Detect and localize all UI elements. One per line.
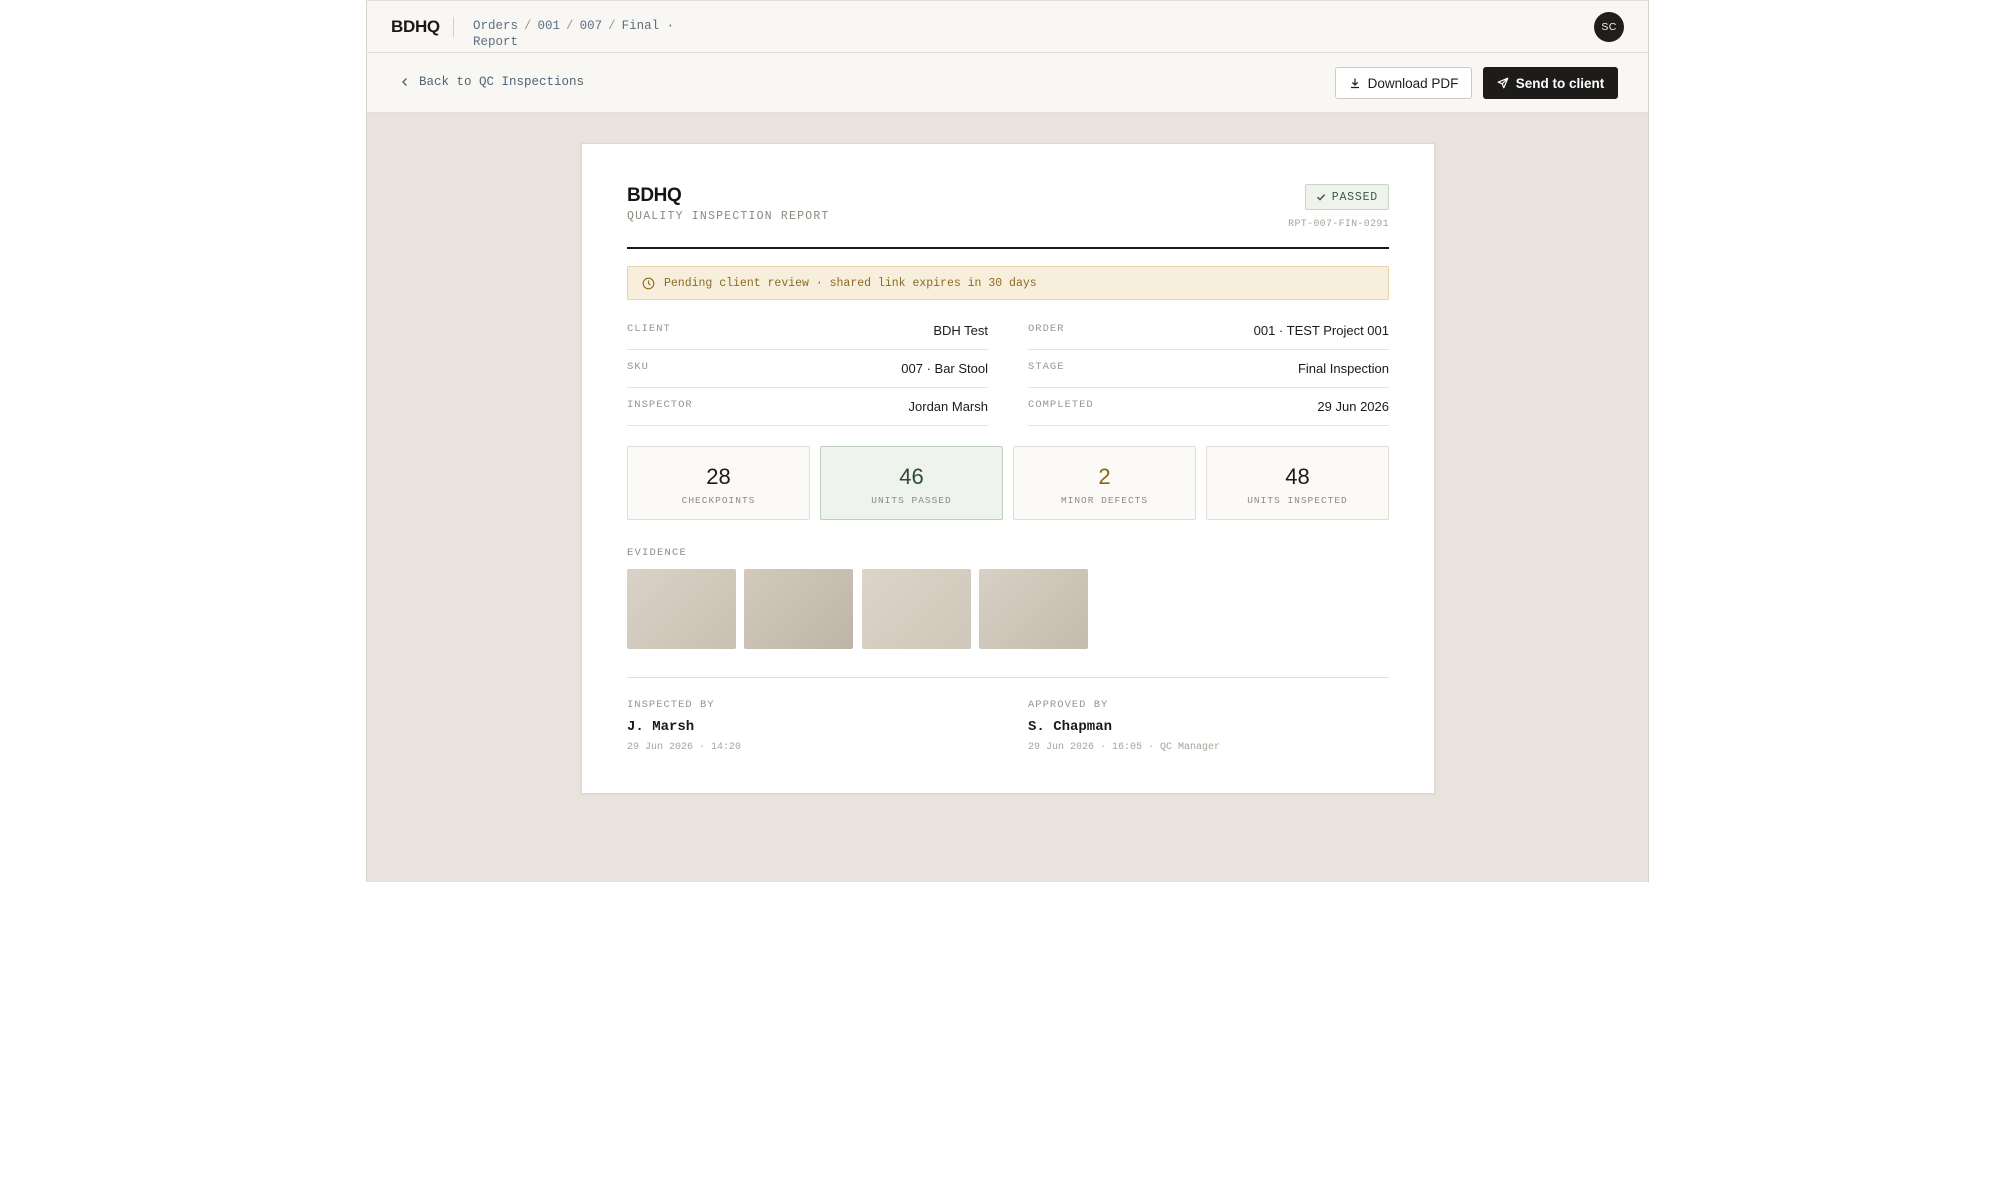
avatar[interactable]: SC [1594,12,1624,42]
download-pdf-button[interactable]: Download PDF [1335,67,1472,99]
stat-value: 28 [706,464,731,489]
stat-units-inspected: 48 UNITS INSPECTED [1206,446,1389,520]
stats-row: 28 CHECKPOINTS 46 UNITS PASSED 2 MINOR D… [627,446,1389,520]
check-icon [1316,194,1325,201]
breadcrumb-order[interactable]: 001 [538,19,561,33]
meta-key: CLIENT [627,323,671,335]
download-icon [1350,78,1359,89]
report-subtitle: QUALITY INSPECTION REPORT [627,210,830,223]
stat-value: 48 [1285,464,1310,489]
meta-value: BDH Test [933,323,988,338]
stat-checkpoints: 28 CHECKPOINTS [627,446,810,520]
signature-name: J. Marsh [627,719,695,735]
chevron-left-icon [402,78,407,86]
meta-value: 007 · Bar Stool [901,361,988,376]
stat-label: UNITS PASSED [871,495,952,506]
meta-value: 001 · TEST Project 001 [1253,323,1389,338]
meta-inspector: INSPECTOR Jordan Marsh [627,388,988,426]
back-link-label: Back to QC Inspections [419,75,585,89]
stat-value: 46 [899,464,924,489]
breadcrumb: Orders/001/007/Final · Report [473,18,693,50]
meta-sku: SKU 007 · Bar Stool [627,350,988,388]
meta-value: 29 Jun 2026 [1317,399,1389,414]
meta-key: ORDER [1028,323,1065,335]
send-to-client-button[interactable]: Send to client [1483,67,1618,99]
back-link[interactable]: Back to QC Inspections [399,75,584,89]
meta-key: INSPECTOR [627,399,693,411]
signature-label: APPROVED BY [1028,699,1109,711]
report-brand: BDHQ [627,185,682,206]
review-notice-text: Pending client review · shared link expi… [664,276,1037,290]
report-card: BDHQ QUALITY INSPECTION REPORT PASSED RP… [581,143,1435,794]
stat-label: MINOR DEFECTS [1060,495,1149,506]
action-bar: Back to QC Inspections Download PDF Send… [367,53,1648,113]
review-notice: Pending client review · shared link expi… [627,266,1389,300]
brand-divider [453,17,454,37]
stat-units-passed: 46 UNITS PASSED [820,446,1003,520]
status-badge: PASSED [1304,184,1389,210]
send-icon [1497,77,1509,89]
meta-client: CLIENT BDH Test [627,312,988,350]
meta-key: COMPLETED [1028,399,1094,411]
evidence-label: EVIDENCE [627,547,688,559]
top-bar: BDHQ Orders/001/007/Final · Report SC [367,0,1648,53]
evidence-gallery [627,569,1097,649]
evidence-thumbnail[interactable] [627,569,736,649]
app-brand[interactable]: BDHQ [391,17,440,37]
meta-key: SKU [627,361,649,373]
breadcrumb-separator: / [524,19,532,33]
meta-key: STAGE [1028,361,1065,373]
stat-label: CHECKPOINTS [681,495,756,506]
signature-name: S. Chapman [1028,719,1113,735]
meta-value: Jordan Marsh [908,399,988,414]
meta-value: Final Inspection [1297,361,1389,376]
app-window: BDHQ Orders/001/007/Final · Report SC Ba… [366,0,1649,882]
signature-inspected: INSPECTED BY J. Marsh 29 Jun 2026 · 14:2… [627,699,988,753]
signature-detail: 29 Jun 2026 · 16:05 · QC Manager [1028,742,1221,753]
breadcrumb-separator: / [566,19,574,33]
meta-order: ORDER 001 · TEST Project 001 [1028,312,1389,350]
report-id: RPT-007-FIN-0291 [1288,219,1389,230]
signature-detail: 29 Jun 2026 · 14:20 [627,742,742,753]
evidence-thumbnail[interactable] [862,569,971,649]
evidence-thumbnail[interactable] [744,569,853,649]
signature-approved: APPROVED BY S. Chapman 29 Jun 2026 · 16:… [1028,699,1389,753]
stat-label: UNITS INSPECTED [1247,495,1348,506]
signature-divider [627,677,1389,678]
meta-stage: STAGE Final Inspection [1028,350,1389,388]
meta-completed: COMPLETED 29 Jun 2026 [1028,388,1389,426]
status-badge-label: PASSED [1331,190,1378,204]
breadcrumb-sku[interactable]: 007 [580,19,603,33]
breadcrumb-separator: / [608,19,616,33]
stat-minor-defects: 2 MINOR DEFECTS [1013,446,1196,520]
clock-icon [642,277,655,289]
signature-label: INSPECTED BY [627,699,715,711]
download-pdf-label: Download PDF [1367,75,1459,91]
send-to-client-label: Send to client [1515,75,1605,91]
breadcrumb-orders[interactable]: Orders [473,19,518,33]
header-divider [627,247,1389,249]
stat-value: 2 [1098,464,1111,489]
evidence-thumbnail[interactable] [979,569,1088,649]
